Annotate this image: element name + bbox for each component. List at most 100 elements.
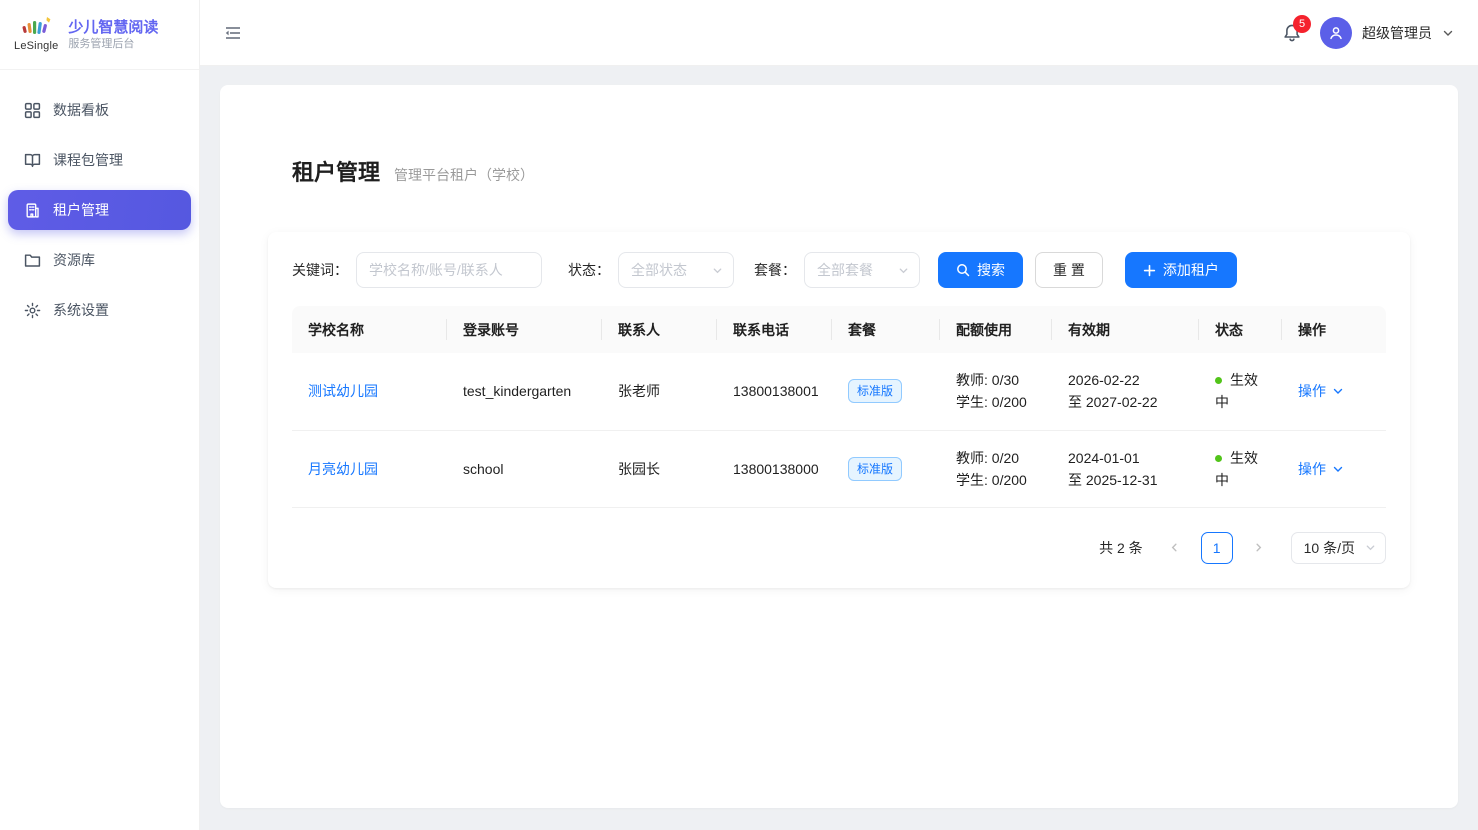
school-name-link[interactable]: 月亮幼儿园 bbox=[308, 461, 378, 477]
search-icon bbox=[956, 263, 970, 277]
page-card: 租户管理 管理平台租户（学校） 关键词： 状态： 全部状态 bbox=[220, 85, 1458, 808]
contact-cell: 张园长 bbox=[602, 430, 717, 507]
chevron-down-icon bbox=[712, 265, 723, 276]
chevron-down-icon bbox=[898, 265, 909, 276]
avatar bbox=[1320, 17, 1352, 49]
folder-icon bbox=[24, 252, 41, 269]
table-row: 月亮幼儿园 school 张园长 13800138000 标准版 教师: 0/2… bbox=[292, 430, 1386, 507]
col-plan: 套餐 bbox=[832, 306, 940, 353]
status-dot bbox=[1215, 455, 1222, 462]
pagination-page-1[interactable]: 1 bbox=[1201, 532, 1233, 564]
col-school: 学校名称 bbox=[292, 306, 447, 353]
page-size-select[interactable]: 10 条/页 bbox=[1291, 532, 1386, 564]
user-menu[interactable]: 超级管理员 bbox=[1320, 17, 1454, 49]
chevron-left-icon bbox=[1169, 542, 1180, 553]
sidebar-item-label: 系统设置 bbox=[53, 300, 109, 320]
phone-cell: 13800138000 bbox=[717, 430, 832, 507]
chevron-down-icon bbox=[1442, 27, 1454, 39]
pagination: 共 2 条 1 10 条/页 bbox=[292, 532, 1386, 564]
add-tenant-button[interactable]: 添加租户 bbox=[1125, 252, 1237, 288]
sidebar-item-settings[interactable]: 系统设置 bbox=[8, 290, 191, 330]
status-cell: 生效中 bbox=[1199, 353, 1282, 430]
pagination-next-button[interactable] bbox=[1243, 532, 1275, 564]
notification-count-badge: 5 bbox=[1293, 15, 1311, 33]
dashboard-icon bbox=[24, 102, 41, 119]
tenant-panel: 关键词： 状态： 全部状态 套餐： 全部套餐 bbox=[268, 232, 1410, 588]
menu-fold-icon bbox=[224, 24, 242, 42]
header-right: 5 超级管理员 bbox=[1282, 17, 1454, 49]
chevron-down-icon bbox=[1332, 385, 1344, 397]
row-actions-dropdown[interactable]: 操作 bbox=[1298, 381, 1344, 401]
phone-cell: 13800138001 bbox=[717, 353, 832, 430]
pagination-prev-button[interactable] bbox=[1159, 532, 1191, 564]
page-head: 租户管理 管理平台租户（学校） bbox=[292, 155, 1410, 187]
header: 5 超级管理员 bbox=[200, 0, 1478, 66]
sidebar-item-label: 课程包管理 bbox=[53, 150, 123, 170]
sidebar-item-label: 租户管理 bbox=[53, 200, 109, 220]
sidebar-item-resources[interactable]: 资源库 bbox=[8, 240, 191, 280]
col-actions: 操作 bbox=[1282, 306, 1386, 353]
search-button[interactable]: 搜索 bbox=[938, 252, 1023, 288]
plan-tag: 标准版 bbox=[848, 379, 902, 403]
sidebar-item-course-packages[interactable]: 课程包管理 bbox=[8, 140, 191, 180]
status-badge: 生效中 bbox=[1215, 450, 1258, 488]
page-subtitle: 管理平台租户（学校） bbox=[394, 165, 534, 185]
brand-logo-text: LeSingle bbox=[14, 40, 58, 52]
school-name-link[interactable]: 测试幼儿园 bbox=[308, 383, 378, 399]
book-icon bbox=[24, 152, 41, 169]
validity-cell: 2026-02-22 至 2027-02-22 bbox=[1052, 353, 1199, 430]
pagination-total: 共 2 条 bbox=[1099, 538, 1143, 558]
table-row: 测试幼儿园 test_kindergarten 张老师 13800138001 … bbox=[292, 353, 1386, 430]
brand-logo: LeSingle bbox=[14, 17, 58, 52]
plan-tag: 标准版 bbox=[848, 457, 902, 481]
sidebar-item-dashboard[interactable]: 数据看板 bbox=[8, 90, 191, 130]
col-validity: 有效期 bbox=[1052, 306, 1199, 353]
plus-icon bbox=[1143, 264, 1156, 277]
col-account: 登录账号 bbox=[447, 306, 602, 353]
sidebar: LeSingle 少儿智慧阅读 服务管理后台 数据看板 bbox=[0, 0, 200, 830]
filter-bar: 关键词： 状态： 全部状态 套餐： 全部套餐 bbox=[292, 252, 1386, 288]
status-dot bbox=[1215, 377, 1222, 384]
gear-icon bbox=[24, 302, 41, 319]
chevron-down-icon bbox=[1332, 463, 1344, 475]
reset-button[interactable]: 重 置 bbox=[1035, 252, 1103, 288]
contact-cell: 张老师 bbox=[602, 353, 717, 430]
main-area: 5 超级管理员 bbox=[200, 0, 1478, 830]
plan-label: 套餐： bbox=[754, 260, 796, 280]
page-title: 租户管理 bbox=[292, 155, 380, 187]
plan-select-value: 全部套餐 bbox=[817, 260, 873, 280]
col-phone: 联系电话 bbox=[717, 306, 832, 353]
content: 租户管理 管理平台租户（学校） 关键词： 状态： 全部状态 bbox=[200, 66, 1478, 830]
user-name: 超级管理员 bbox=[1362, 23, 1432, 43]
plan-select[interactable]: 全部套餐 bbox=[804, 252, 920, 288]
lesingle-logo-icon bbox=[18, 17, 54, 39]
notification-bell-button[interactable]: 5 bbox=[1282, 23, 1302, 43]
sidebar-item-tenants[interactable]: 租户管理 bbox=[8, 190, 191, 230]
chevron-right-icon bbox=[1253, 542, 1264, 553]
quota-cell: 教师: 0/30 学生: 0/200 bbox=[940, 353, 1052, 430]
validity-cell: 2024-01-01 至 2025-12-31 bbox=[1052, 430, 1199, 507]
brand-text: 少儿智慧阅读 服务管理后台 bbox=[68, 18, 158, 52]
app-layout: LeSingle 少儿智慧阅读 服务管理后台 数据看板 bbox=[0, 0, 1478, 830]
keyword-label: 关键词： bbox=[292, 260, 348, 280]
status-label: 状态： bbox=[568, 260, 610, 280]
sidebar-item-label: 数据看板 bbox=[53, 100, 109, 120]
table-header-row: 学校名称 登录账号 联系人 联系电话 套餐 配额使用 有效期 状态 操作 bbox=[292, 306, 1386, 353]
sidebar-menu: 数据看板 课程包管理 租户管理 bbox=[0, 70, 199, 350]
col-quota: 配额使用 bbox=[940, 306, 1052, 353]
brand-subtitle: 服务管理后台 bbox=[68, 37, 158, 52]
tenant-table: 学校名称 登录账号 联系人 联系电话 套餐 配额使用 有效期 状态 操作 bbox=[292, 306, 1386, 508]
account-cell: school bbox=[447, 430, 602, 507]
keyword-input[interactable] bbox=[356, 252, 542, 288]
brand-title: 少儿智慧阅读 bbox=[68, 18, 158, 37]
account-cell: test_kindergarten bbox=[447, 353, 602, 430]
sidebar-item-label: 资源库 bbox=[53, 250, 95, 270]
status-select[interactable]: 全部状态 bbox=[618, 252, 734, 288]
brand: LeSingle 少儿智慧阅读 服务管理后台 bbox=[0, 0, 199, 70]
page-size-value: 10 条/页 bbox=[1304, 538, 1355, 558]
row-actions-dropdown[interactable]: 操作 bbox=[1298, 459, 1344, 479]
building-icon bbox=[24, 202, 41, 219]
status-select-value: 全部状态 bbox=[631, 260, 687, 280]
user-icon bbox=[1328, 25, 1344, 41]
sidebar-collapse-button[interactable] bbox=[224, 24, 242, 42]
